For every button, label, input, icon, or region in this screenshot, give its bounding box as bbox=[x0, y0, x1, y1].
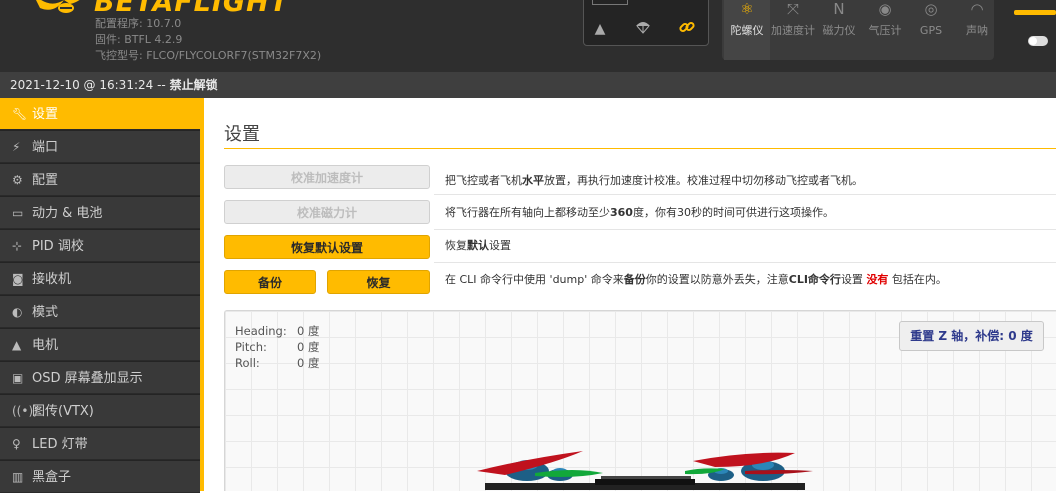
sidebar-item-label: 端口 bbox=[32, 140, 59, 155]
sidebar-item-motors[interactable]: ▲ 电机 bbox=[0, 329, 200, 361]
sidebar: 🔧︎ 设置 ⚡︎ 端口 ⚙︎ 配置 ▭ 动力 & 电池 ⊹ PID 调校 ◙ 接收机 ◐ 模式… bbox=[0, 98, 204, 493]
sensor-label: 陀螺仪 bbox=[730, 24, 764, 37]
vtx-icon: ((•)) bbox=[12, 404, 38, 418]
sidebar-item-modes[interactable]: ◐ 模式 bbox=[0, 296, 200, 328]
gyro-icon: ⚛ bbox=[740, 0, 754, 18]
calibrate-accel-description: 把飞控或者飞机水平放置，再执行加速度计校准。校准过程中切勿移动飞控或者飞机。 bbox=[445, 174, 863, 187]
page-title: 设置 bbox=[224, 124, 260, 145]
accel-icon: ⤧ bbox=[786, 0, 799, 18]
sensor-sonar: ◠ 声呐 bbox=[954, 0, 1000, 60]
configurator-version: 配置程序: 10.7.0 bbox=[95, 17, 182, 30]
battery-icon: ▭ bbox=[12, 206, 24, 220]
port-selector-fragment[interactable] bbox=[592, 0, 628, 5]
sensor-gps: ◎ GPS bbox=[908, 0, 954, 60]
osd-icon: ▣ bbox=[12, 371, 24, 385]
sensor-accel: ⤧ 加速度计 bbox=[770, 0, 816, 60]
sonar-icon: ◠ bbox=[970, 0, 984, 18]
sidebar-item-configuration[interactable]: ⚙︎ 配置 bbox=[0, 164, 200, 196]
sidebar-item-pid[interactable]: ⊹ PID 调校 bbox=[0, 230, 200, 262]
sidebar-item-led[interactable]: ♀ LED 灯带 bbox=[0, 428, 200, 460]
firmware-version: 固件: BTFL 4.2.9 bbox=[95, 33, 183, 46]
title-divider bbox=[224, 148, 1056, 149]
sidebar-item-label: 动力 & 电池 bbox=[32, 206, 103, 221]
status-bar: 2021-12-10 @ 16:31:24 -- 禁止解锁 bbox=[0, 72, 1056, 98]
connection-status-box: ▲ bbox=[583, 0, 709, 46]
sidebar-item-ports[interactable]: ⚡︎ 端口 bbox=[0, 131, 200, 163]
sidebar-item-label: 黑盒子 bbox=[32, 470, 72, 485]
sidebar-item-blackbox[interactable]: ▥ 黑盒子 bbox=[0, 461, 200, 493]
motor-icon: ▲ bbox=[12, 338, 22, 352]
sensor-label: GPS bbox=[919, 24, 943, 37]
attitude-readout: Heading: 0 度 Pitch: 0 度 Roll: 0 度 bbox=[235, 323, 319, 371]
sidebar-item-label: LED 灯带 bbox=[32, 437, 88, 452]
connect-button-fragment[interactable] bbox=[1014, 10, 1056, 15]
wrench-icon: 🔧︎ bbox=[12, 107, 28, 121]
board-name: 飞控型号: FLCO/FLYCOLORF7(STM32F7X2) bbox=[95, 49, 322, 62]
sensor-gyro: ⚛ 陀螺仪 bbox=[724, 0, 770, 60]
heading-row: Heading: 0 度 bbox=[235, 324, 320, 338]
sensor-label: 声呐 bbox=[966, 24, 988, 37]
pitch-row: Pitch: 0 度 bbox=[235, 340, 320, 354]
sidebar-item-setup[interactable]: 🔧︎ 设置 bbox=[0, 98, 200, 130]
roll-row: Roll: 0 度 bbox=[235, 356, 320, 370]
sidebar-item-power[interactable]: ▭ 动力 & 电池 bbox=[0, 197, 200, 229]
warning-icon: ▲ bbox=[594, 21, 606, 37]
row-divider bbox=[434, 194, 1056, 195]
sidebar-item-label: 模式 bbox=[32, 305, 59, 320]
sidebar-item-label: OSD 屏幕叠加显示 bbox=[32, 371, 143, 386]
sensor-label: 磁力仪 bbox=[822, 24, 856, 37]
link-icon bbox=[676, 19, 698, 39]
reset-defaults-description: 恢复默认设置 bbox=[445, 239, 511, 252]
sensor-baro: ◉ 气压计 bbox=[862, 0, 908, 60]
sensor-label: 气压计 bbox=[868, 24, 902, 37]
sidebar-item-label: 电机 bbox=[32, 338, 59, 353]
gear-icon: ⚙︎ bbox=[12, 173, 23, 187]
blackbox-icon: ▥ bbox=[12, 470, 24, 484]
calibrate-accel-button[interactable]: 校准加速度计 bbox=[224, 165, 430, 189]
main-content: 设置 校准加速度计 把飞控或者飞机水平放置，再执行加速度计校准。校准过程中切勿移… bbox=[204, 98, 1056, 491]
restore-button[interactable]: 恢复 bbox=[327, 270, 430, 294]
arming-status: 禁止解锁 bbox=[169, 78, 218, 92]
status-datetime: 2021-12-10 @ 16:31:24 bbox=[10, 78, 154, 92]
toggles-icon: ◐ bbox=[12, 305, 23, 319]
quadcopter-model bbox=[477, 451, 813, 490]
top-header: BETAFLIGHT 配置程序: 10.7.0 固件: BTFL 4.2.9 飞… bbox=[0, 0, 1056, 72]
calibrate-mag-button[interactable]: 校准磁力计 bbox=[224, 200, 430, 224]
sensor-label: 加速度计 bbox=[771, 24, 815, 37]
reset-defaults-button[interactable]: 恢复默认设置 bbox=[224, 235, 430, 259]
status-separator: -- bbox=[153, 78, 170, 92]
sidebar-item-label: 配置 bbox=[32, 173, 59, 188]
receiver-icon: ◙ bbox=[12, 272, 24, 286]
row-divider bbox=[434, 262, 1056, 263]
gps-icon: ◎ bbox=[924, 0, 938, 18]
mag-icon: N bbox=[833, 0, 845, 18]
sensor-indicators: ⚛ 陀螺仪 ⤧ 加速度计 N 磁力仪 ◉ 气压计 ◎ GPS ◠ 声呐 bbox=[722, 0, 994, 60]
reset-z-axis-button[interactable]: 重置 Z 轴，补偿: 0 度 bbox=[899, 321, 1044, 351]
backup-description: 在 CLI 命令行中使用 'dump' 命令来备份你的设置以防意外丢失，注意CL… bbox=[445, 273, 947, 286]
sidebar-item-label: 设置 bbox=[32, 107, 59, 122]
led-icon: ♀ bbox=[12, 437, 21, 451]
baro-icon: ◉ bbox=[878, 0, 892, 18]
model-view-panel: Heading: 0 度 Pitch: 0 度 Roll: 0 度 重置 Z 轴，补偿… bbox=[224, 310, 1056, 491]
sidebar-item-receiver[interactable]: ◙ 接收机 bbox=[0, 263, 200, 295]
sidebar-item-label: 接收机 bbox=[32, 272, 72, 287]
backup-button[interactable]: 备份 bbox=[224, 270, 316, 294]
sidebar-item-osd[interactable]: ▣ OSD 屏幕叠加显示 bbox=[0, 362, 200, 394]
brand-wordmark: BETAFLIGHT bbox=[94, 0, 290, 18]
sitemap-icon: ⊹ bbox=[12, 239, 23, 253]
bee-logo-icon bbox=[36, 0, 80, 13]
calibrate-mag-description: 将飞行器在所有轴向上都移动至少360度，你有30秒的时间可供进行这项操作。 bbox=[445, 206, 834, 219]
parachute-icon bbox=[632, 19, 654, 39]
plug-icon: ⚡︎ bbox=[12, 140, 21, 154]
sensor-mag: N 磁力仪 bbox=[816, 0, 862, 60]
sidebar-item-label: PID 调校 bbox=[32, 239, 84, 254]
sidebar-item-vtx[interactable]: ((•))图传(VTX) bbox=[0, 395, 200, 427]
expert-mode-toggle[interactable] bbox=[1028, 36, 1048, 46]
row-divider bbox=[434, 229, 1056, 230]
sidebar-item-label: 图传(VTX) bbox=[32, 404, 94, 419]
